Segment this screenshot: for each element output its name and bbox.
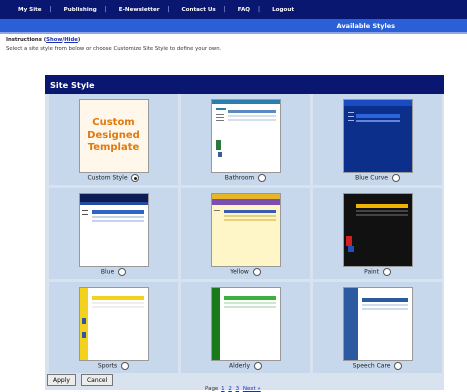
style-caption: Blue [49, 268, 178, 276]
style-cell-blue-curve[interactable]: Blue Curve [313, 94, 442, 185]
style-name: Speech Care [352, 362, 391, 370]
style-radio-yellow[interactable] [252, 268, 261, 276]
style-caption: Yellow [181, 268, 310, 276]
bathroom-thumbnail[interactable] [210, 99, 281, 173]
style-cell-alderly[interactable]: Alderly [181, 282, 310, 373]
page-link-1[interactable]: 1 [221, 386, 225, 392]
pagination: Page 1 2 3 Next » [205, 386, 262, 392]
site-style-header: Site Style [45, 75, 444, 94]
style-cell-paint[interactable]: Paint [313, 188, 442, 279]
style-radio-bathroom[interactable] [258, 174, 267, 182]
style-radio-blue-curve[interactable] [391, 174, 400, 182]
sports-preview [79, 288, 148, 360]
style-caption: Custom Style [49, 174, 178, 182]
blue-preview [79, 194, 148, 266]
hide-link[interactable]: Hide [64, 37, 78, 43]
nav-item-my-site[interactable]: My Site [12, 7, 48, 13]
style-caption: Paint [313, 268, 442, 276]
style-grid: Custom Designed Template Custom Style Ba… [49, 94, 442, 373]
style-name: Custom Style [87, 174, 128, 182]
nav-item-publishing[interactable]: Publishing [58, 7, 103, 13]
style-name: Yellow [230, 268, 249, 276]
site-style-title: Site Style [50, 79, 95, 90]
speech-care-preview [343, 288, 412, 360]
style-radio-sports[interactable] [121, 362, 130, 370]
instructions-heading: Instructions [6, 37, 42, 43]
style-name: Blue Curve [355, 174, 388, 182]
style-caption: Blue Curve [313, 174, 442, 182]
style-radio-blue[interactable] [118, 268, 127, 276]
style-cell-custom[interactable]: Custom Designed Template Custom Style [49, 94, 178, 185]
bathroom-preview [211, 100, 280, 172]
sports-thumbnail[interactable] [78, 287, 149, 361]
top-nav: My Site | Publishing | E-Newsletter | Co… [0, 0, 467, 19]
next-page-link[interactable]: Next » [243, 386, 261, 392]
show-link[interactable]: Show [46, 37, 62, 43]
alderly-preview [211, 288, 280, 360]
custom-text-line: Custom [92, 117, 135, 129]
style-name: Paint [364, 268, 379, 276]
nav-item-contact-us[interactable]: Contact Us [176, 7, 222, 13]
page-link-3[interactable]: 3 [236, 386, 240, 392]
custom-text-line: Designed [87, 129, 140, 141]
blue-thumbnail[interactable] [78, 193, 149, 267]
divider [0, 32, 467, 34]
style-name: Bathroom [224, 174, 255, 182]
style-caption: Bathroom [181, 174, 310, 182]
pagination-label: Page [205, 386, 219, 392]
paint-preview [343, 194, 412, 266]
apply-button[interactable]: Apply [47, 374, 76, 386]
style-caption: Speech Care [313, 362, 442, 370]
style-radio-alderly[interactable] [253, 362, 262, 370]
style-cell-bathroom[interactable]: Bathroom [181, 94, 310, 185]
nav-separator: | [49, 6, 52, 13]
style-radio-speech-care[interactable] [394, 362, 403, 370]
style-name: Alderly [229, 362, 251, 370]
nav-item-logout[interactable]: Logout [266, 7, 300, 13]
nav-item-e-newsletter[interactable]: E-Newsletter [113, 7, 166, 13]
custom-text-line: Template [87, 142, 140, 154]
paint-thumbnail[interactable] [342, 193, 413, 267]
style-radio-custom[interactable] [131, 174, 140, 182]
style-cell-yellow[interactable]: Yellow [181, 188, 310, 279]
style-name: Sports [97, 362, 118, 370]
speech-care-thumbnail[interactable] [342, 287, 413, 361]
custom-style-thumbnail[interactable]: Custom Designed Template [78, 99, 149, 173]
instructions-text: Select a site style from below or choose… [6, 46, 222, 52]
instructions-label: Instructions (Show/Hide) [6, 37, 81, 43]
nav-separator: | [223, 6, 226, 13]
style-caption: Alderly [181, 362, 310, 370]
style-cell-speech-care[interactable]: Speech Care [313, 282, 442, 373]
yellow-thumbnail[interactable] [210, 193, 281, 267]
page-link-2[interactable]: 2 [228, 386, 232, 392]
page-title: Available Styles [336, 21, 395, 30]
style-name: Blue [100, 268, 115, 276]
nav-item-faq[interactable]: FAQ [232, 7, 256, 13]
style-cell-sports[interactable]: Sports [49, 282, 178, 373]
page-title-bar: Available Styles [0, 19, 467, 32]
style-radio-paint[interactable] [382, 268, 391, 276]
form-buttons: Apply Cancel [47, 374, 114, 386]
style-cell-blue[interactable]: Blue [49, 188, 178, 279]
blue-curve-thumbnail[interactable] [342, 99, 413, 173]
cancel-button[interactable]: Cancel [80, 374, 114, 386]
nav-separator: | [258, 6, 261, 13]
alderly-thumbnail[interactable] [210, 287, 281, 361]
style-caption: Sports [49, 362, 178, 370]
nav-separator: | [167, 6, 170, 13]
nav-separator: | [104, 6, 107, 13]
custom-template-graphic: Custom Designed Template [79, 100, 148, 172]
yellow-preview [211, 194, 280, 266]
blue-curve-preview [343, 100, 412, 172]
